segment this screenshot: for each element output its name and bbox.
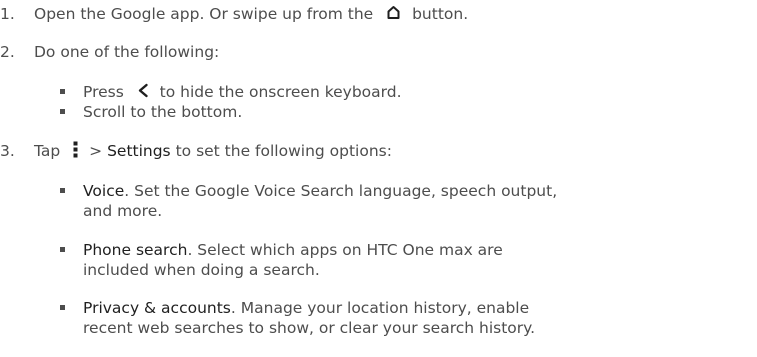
list-item: Privacy & accounts. Manage your location… (60, 298, 750, 340)
list-item: Phone search. Select which apps on HTC O… (60, 240, 750, 282)
step-number: 3. (0, 142, 15, 160)
step-1: 1. Open the Google app. Or swipe up from… (0, 4, 757, 26)
step-2: 2. Do one of the following: (0, 42, 757, 64)
home-icon (386, 5, 401, 20)
step-text: Do one of the following: (34, 43, 220, 61)
more-options-icon (73, 141, 78, 158)
list-item: Scroll to the bottom. (60, 102, 750, 124)
back-icon (137, 83, 149, 98)
step-number: 1. (0, 5, 15, 23)
list-item: Voice. Set the Google Voice Search langu… (60, 181, 750, 223)
bullet-icon (60, 305, 65, 310)
step-number: 2. (0, 43, 15, 61)
bullet-icon (60, 247, 65, 252)
option-title: Privacy & accounts (83, 299, 231, 317)
list-item: Press to hide the onscreen keyboard. (60, 82, 750, 104)
bullet-icon (60, 109, 65, 114)
step-text: Open the Google app. Or swipe up from th… (34, 5, 469, 23)
option-title: Voice (83, 182, 125, 200)
bullet-icon (60, 89, 65, 94)
settings-label: Settings (107, 142, 171, 160)
bullet-icon (60, 188, 65, 193)
option-title: Phone search (83, 241, 188, 259)
step-text: Tap > Settings to set the following opti… (34, 141, 392, 160)
step-3: 3. Tap > Settings to set the following o… (0, 141, 757, 163)
